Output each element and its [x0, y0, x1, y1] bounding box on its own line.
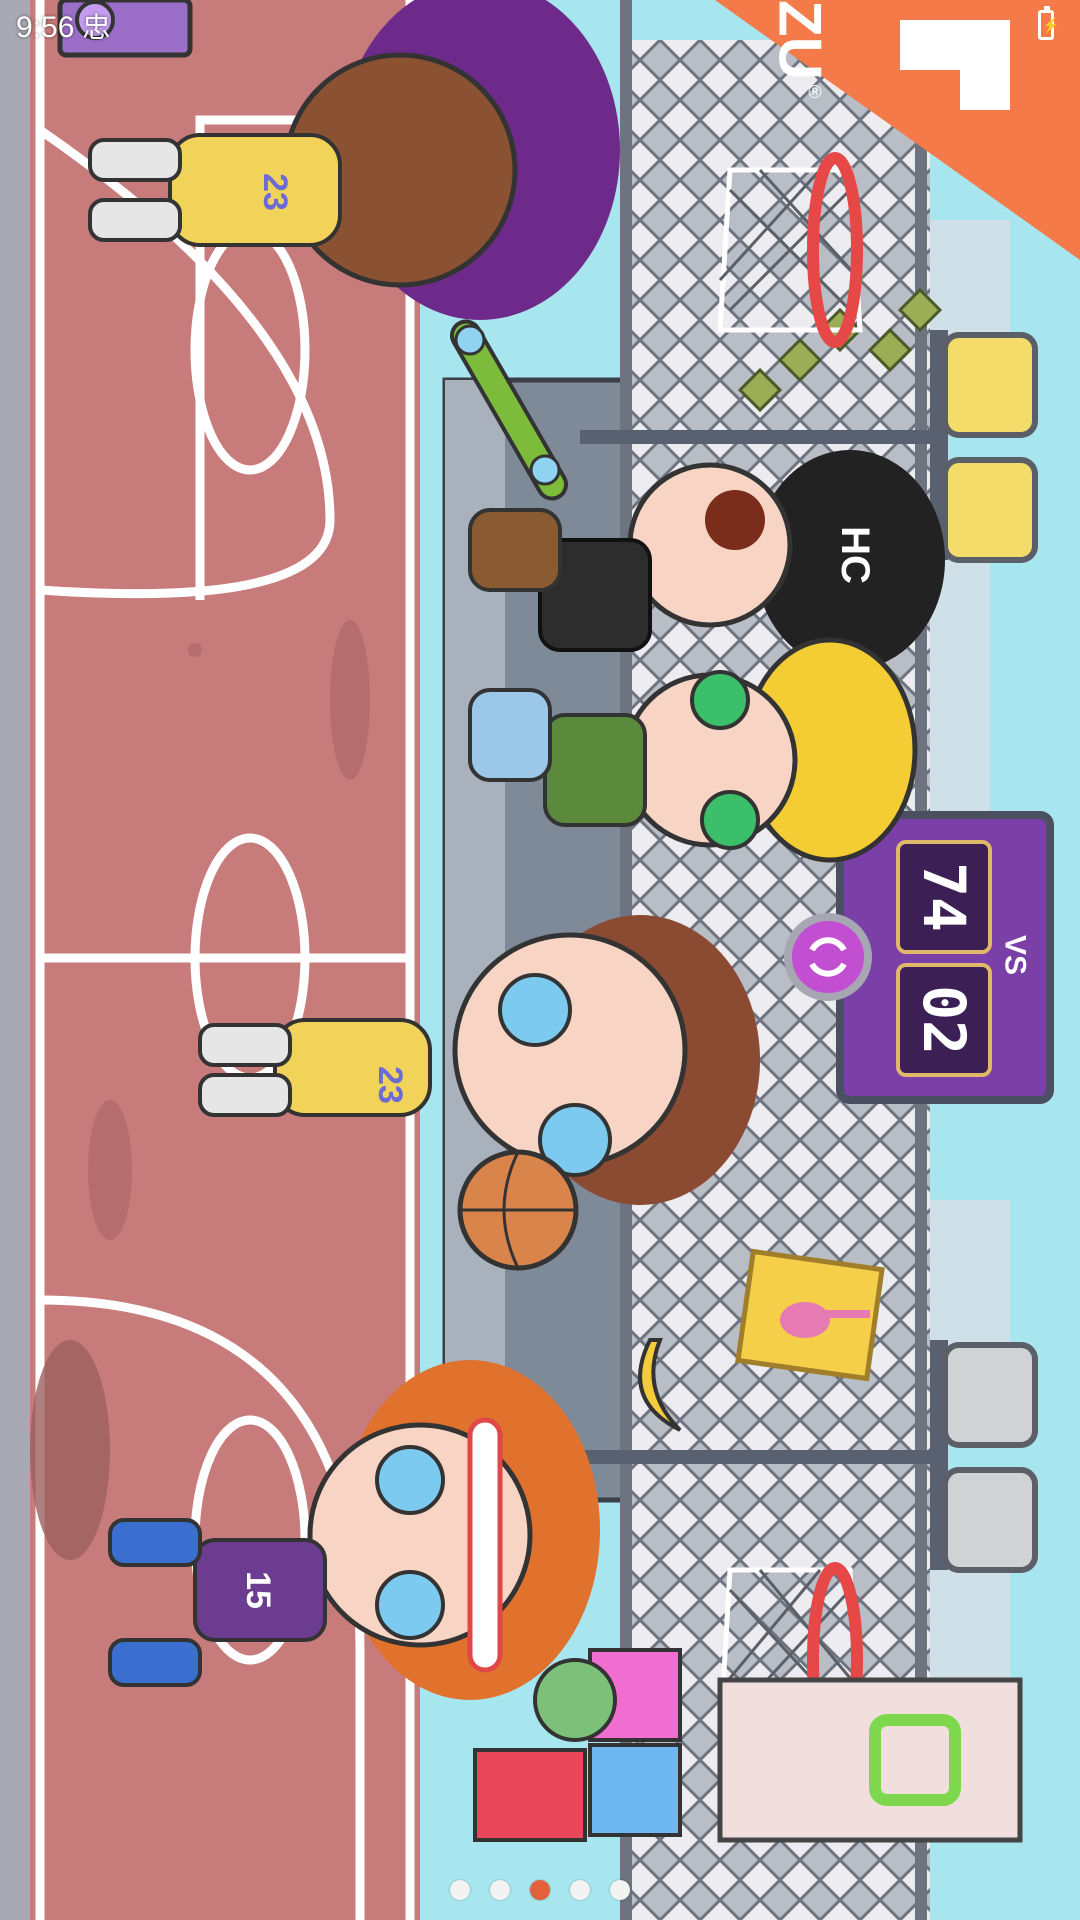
page-dot-2[interactable] — [490, 1880, 510, 1900]
home-score: 74 — [910, 862, 978, 932]
guitar-poster — [735, 1248, 885, 1382]
jersey-number-bottom: 15 — [239, 1571, 277, 1609]
basketball[interactable] — [457, 1149, 579, 1271]
vs-label: VS — [999, 935, 1032, 975]
beanie-label: HC — [833, 526, 877, 584]
jersey-number-top-left: 23 — [256, 173, 294, 211]
status-time: 9:56 — [16, 11, 75, 44]
notification-icon: 忠 — [82, 12, 111, 43]
registered-mark: ® — [808, 82, 821, 102]
jersey-number-center: 23 — [371, 1066, 409, 1104]
status-bar: 9:56 忠 — [16, 6, 110, 46]
brand-text: ZU — [767, 0, 834, 80]
page-dot-4[interactable] — [570, 1880, 590, 1900]
battery-icon: ⚡ — [1038, 6, 1059, 40]
page-dot-3[interactable] — [530, 1880, 550, 1900]
page-dot-1[interactable] — [450, 1880, 470, 1900]
refresh-button[interactable] — [784, 913, 872, 1001]
page-dot-5[interactable] — [610, 1880, 630, 1900]
game-scene: 74 02 VS 23 HC 23 15 ZU ® — [0, 0, 1080, 1920]
away-score: 02 — [910, 985, 978, 1055]
page-indicator — [0, 1880, 1080, 1905]
